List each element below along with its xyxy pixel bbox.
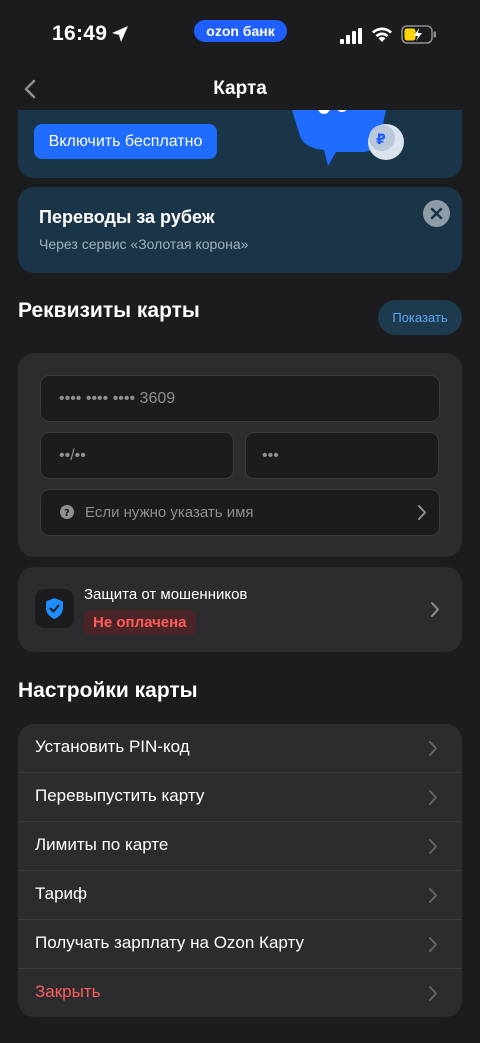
svg-text:?: ? <box>64 508 70 519</box>
location-arrow-icon <box>112 26 128 42</box>
status-time: 16:49 <box>52 22 108 45</box>
settings-item-tariff[interactable]: Тариф <box>18 871 462 920</box>
show-requisites-button[interactable]: Показать <box>378 300 462 335</box>
close-icon <box>430 207 443 220</box>
chat-bubble-illustration: ₽ <box>292 110 404 166</box>
cardholder-name-placeholder: Если нужно указать имя <box>85 504 254 521</box>
settings-item-label: Получать зарплату на Ozon Карту <box>35 933 304 952</box>
settings-item-label: Установить PIN-код <box>35 737 190 756</box>
transfers-subtitle: Через сервис «Золотая корона» <box>39 236 249 252</box>
fraud-protection-card[interactable]: Защита от мошенников Не оплачена <box>18 567 462 652</box>
settings-list: Установить PIN-код Перевыпустить карту Л… <box>18 724 462 1017</box>
fraud-status-badge: Не оплачена <box>84 610 196 635</box>
settings-item-reissue-card[interactable]: Перевыпустить карту <box>18 773 462 822</box>
settings-item-label: Перевыпустить карту <box>35 786 205 805</box>
card-number-field[interactable]: •••• •••• •••• 3609 <box>40 375 440 422</box>
nav-header: Карта <box>0 70 480 110</box>
page-title: Карта <box>213 78 267 99</box>
chevron-right-icon <box>429 937 437 952</box>
settings-item-card-limits[interactable]: Лимиты по карте <box>18 822 462 871</box>
expiry-field[interactable]: ••/•• <box>40 432 234 479</box>
chevron-right-icon <box>429 986 437 1001</box>
settings-item-label: Лимиты по карте <box>35 835 169 854</box>
shield-check-icon <box>46 598 63 619</box>
transfers-title: Переводы за рубеж <box>39 207 215 227</box>
cardholder-name-field[interactable]: ? Если нужно указать имя <box>40 489 440 536</box>
chevron-right-icon <box>418 505 426 520</box>
settings-item-label: Тариф <box>35 884 88 903</box>
signal-icon <box>340 28 362 44</box>
status-bar: 16:49 ozon банк <box>0 0 480 70</box>
settings-item-salary[interactable]: Получать зарплату на Ozon Карту <box>18 920 462 969</box>
close-banner-button[interactable] <box>423 200 450 227</box>
chevron-right-icon <box>431 602 439 617</box>
fraud-title: Защита от мошенников <box>84 586 248 603</box>
transfers-abroad-card[interactable]: Переводы за рубеж Через сервис «Золотая … <box>18 187 462 273</box>
settings-heading: Настройки карты <box>18 679 198 702</box>
question-icon: ? <box>60 505 74 519</box>
chevron-right-icon <box>429 839 437 854</box>
promo-card: Включить бесплатно ₽ <box>18 110 462 178</box>
chevron-right-icon <box>429 790 437 805</box>
enable-free-button[interactable]: Включить бесплатно <box>34 124 217 159</box>
cvv-field[interactable]: ••• <box>245 432 439 479</box>
chevron-right-icon <box>429 888 437 903</box>
bank-pill: ozon банк <box>194 20 287 42</box>
battery-icon <box>401 25 436 44</box>
settings-item-close-card[interactable]: Закрыть <box>18 969 462 1017</box>
svg-text:₽: ₽ <box>376 132 386 148</box>
wifi-icon <box>372 27 392 42</box>
requisites-heading: Реквизиты карты <box>18 299 200 322</box>
chevron-right-icon <box>429 741 437 756</box>
settings-item-label: Закрыть <box>35 982 101 1001</box>
shield-icon-box <box>35 589 74 628</box>
settings-item-set-pin[interactable]: Установить PIN-код <box>18 724 462 773</box>
requisites-card: •••• •••• •••• 3609 ••/•• ••• ? Если нуж… <box>18 353 462 557</box>
